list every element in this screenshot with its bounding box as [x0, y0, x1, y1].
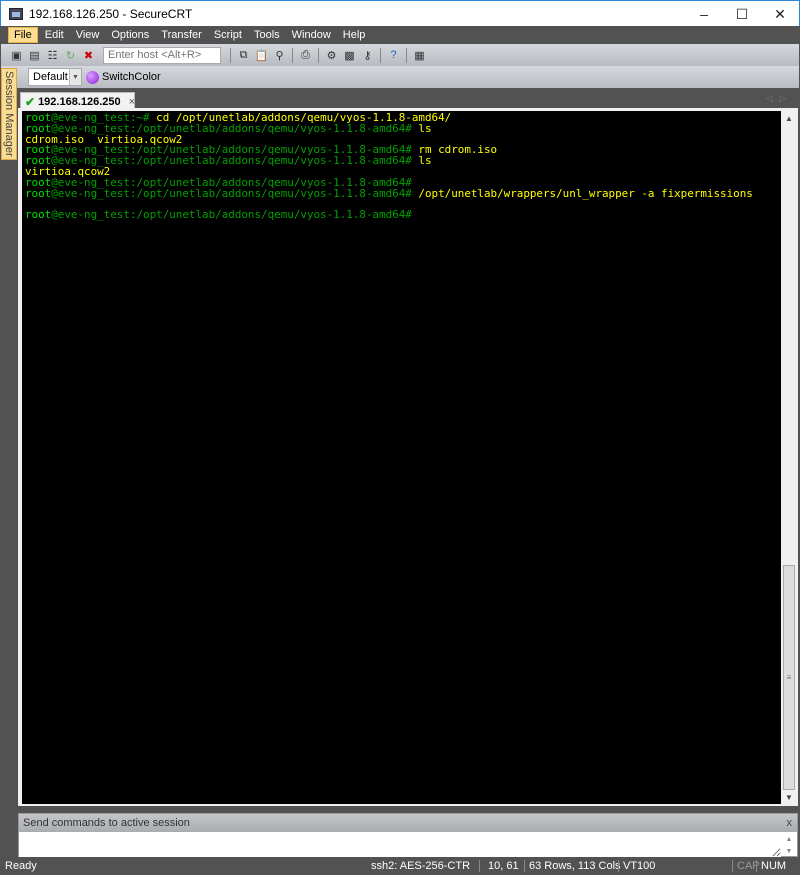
session-tab-label: 192.168.126.250 [38, 95, 121, 108]
copy-icon[interactable]: ⧉ [236, 48, 251, 63]
securecrt-app-icon [9, 7, 23, 20]
quick-connect-icon[interactable]: ▤ [27, 48, 42, 63]
scrollbar-thumb[interactable]: ≡ [783, 565, 795, 790]
menu-help[interactable]: Help [338, 28, 371, 42]
terminal-line: root@eve-ng_test:/opt/unetlab/addons/qem… [25, 186, 781, 200]
status-emulation: VT100 [618, 860, 655, 872]
purple-circle-icon [86, 70, 99, 84]
command-text: ls [411, 121, 432, 135]
scroll-up-icon[interactable]: ▲ [781, 111, 797, 125]
connect-icon[interactable]: ▣ [9, 48, 24, 63]
command-window-header: Send commands to active session x [19, 814, 797, 832]
menu-transfer[interactable]: Transfer [156, 28, 207, 42]
status-cipher: ssh2: AES-256-CTR [371, 860, 471, 872]
tab-scroll-arrows-icon[interactable]: ◁▷ [766, 93, 792, 104]
menu-options[interactable]: Options [106, 28, 154, 42]
enter-host-input[interactable] [103, 46, 221, 64]
reconnect-icon[interactable]: ↻ [63, 48, 78, 63]
minimize-button[interactable]: – [685, 1, 723, 27]
paste-icon[interactable]: 📋 [254, 48, 269, 63]
menu-window[interactable]: Window [287, 28, 336, 42]
command-scrollbar[interactable]: ▲ ▼ [781, 833, 797, 857]
separator [380, 47, 381, 63]
command-text: ls [411, 154, 432, 168]
menu-edit[interactable]: Edit [40, 28, 69, 42]
session-manager-tab[interactable]: Session Manager [1, 68, 17, 160]
separator [230, 47, 231, 63]
session-options-icon[interactable]: ⚙ [324, 48, 339, 63]
close-tab-icon[interactable]: × [129, 96, 135, 108]
global-options-icon[interactable]: ▩ [342, 48, 357, 63]
session-tab-bar: ✔ 192.168.126.250 × ◁▷ [18, 90, 798, 110]
keymap-icon[interactable]: ⚷ [360, 48, 375, 63]
terminal-line: root@eve-ng_test:/opt/unetlab/addons/qem… [25, 154, 781, 168]
scroll-down-icon[interactable]: ▼ [781, 790, 797, 804]
connect-tab-icon[interactable]: ☷ [45, 48, 60, 63]
find-icon[interactable]: ⚲ [272, 48, 287, 63]
command-text: /opt/unetlab/wrappers/unl_wrapper -a fix… [411, 186, 753, 200]
switchcolor-button[interactable]: SwitchColor [86, 70, 161, 84]
terminal-line: root@eve-ng_test:/opt/unetlab/addons/qem… [25, 208, 781, 222]
button-bar: Default ▼ SwitchColor [1, 66, 799, 88]
button-bar-selected: Default [33, 71, 68, 83]
status-ready: Ready [5, 860, 37, 872]
sftp-icon[interactable]: ▦ [412, 48, 427, 63]
status-num: NUM [756, 860, 786, 872]
print-icon[interactable]: ⎙ [298, 48, 313, 63]
menu-view[interactable]: View [71, 28, 105, 42]
help-icon[interactable]: ? [386, 48, 401, 63]
menu-bar: File Edit View Options Transfer Script T… [1, 26, 799, 44]
separator [292, 47, 293, 63]
prompt-user: root [25, 208, 52, 222]
switchcolor-label: SwitchColor [102, 71, 161, 83]
close-icon[interactable]: x [787, 817, 793, 829]
terminal-output[interactable]: root@eve-ng_test:~# cd /opt/unetlab/addo… [22, 111, 781, 804]
chevron-down-icon[interactable]: ▼ [69, 69, 81, 85]
terminal-scrollbar[interactable]: ▲ ≡ ▼ [781, 111, 797, 804]
prompt-path: @eve-ng_test:/opt/unetlab/addons/qemu/vy… [51, 208, 412, 222]
prompt-path: @eve-ng_test:/opt/unetlab/addons/qemu/vy… [51, 186, 412, 200]
separator [318, 47, 319, 63]
title-bar: 192.168.126.250 - SecureCRT – ☐ ✕ [0, 0, 800, 26]
disconnect-icon[interactable]: ✖ [81, 48, 96, 63]
menu-tools[interactable]: Tools [249, 28, 285, 42]
command-input[interactable] [19, 833, 781, 857]
menu-file[interactable]: File [8, 27, 38, 43]
status-size: 63 Rows, 113 Cols [524, 860, 621, 872]
close-button[interactable]: ✕ [761, 1, 799, 27]
command-window-title: Send commands to active session [23, 817, 190, 829]
status-bar: Ready ssh2: AES-256-CTR 10, 61 63 Rows, … [1, 858, 799, 875]
maximize-button[interactable]: ☐ [723, 1, 761, 27]
command-window: Send commands to active session x ▲ ▼ [18, 813, 798, 857]
menu-script[interactable]: Script [209, 28, 247, 42]
connected-check-icon: ✔ [25, 94, 36, 109]
status-cursor: 10, 61 [479, 860, 519, 872]
separator [406, 47, 407, 63]
window-title: 192.168.126.250 - SecureCRT [29, 6, 193, 21]
prompt-user: root [25, 186, 52, 200]
toolbar: ▣ ▤ ☷ ↻ ✖ ⧉ 📋 ⚲ ⎙ ⚙ ▩ ⚷ ? ▦ [1, 44, 799, 66]
button-bar-select[interactable]: Default ▼ [28, 68, 82, 86]
